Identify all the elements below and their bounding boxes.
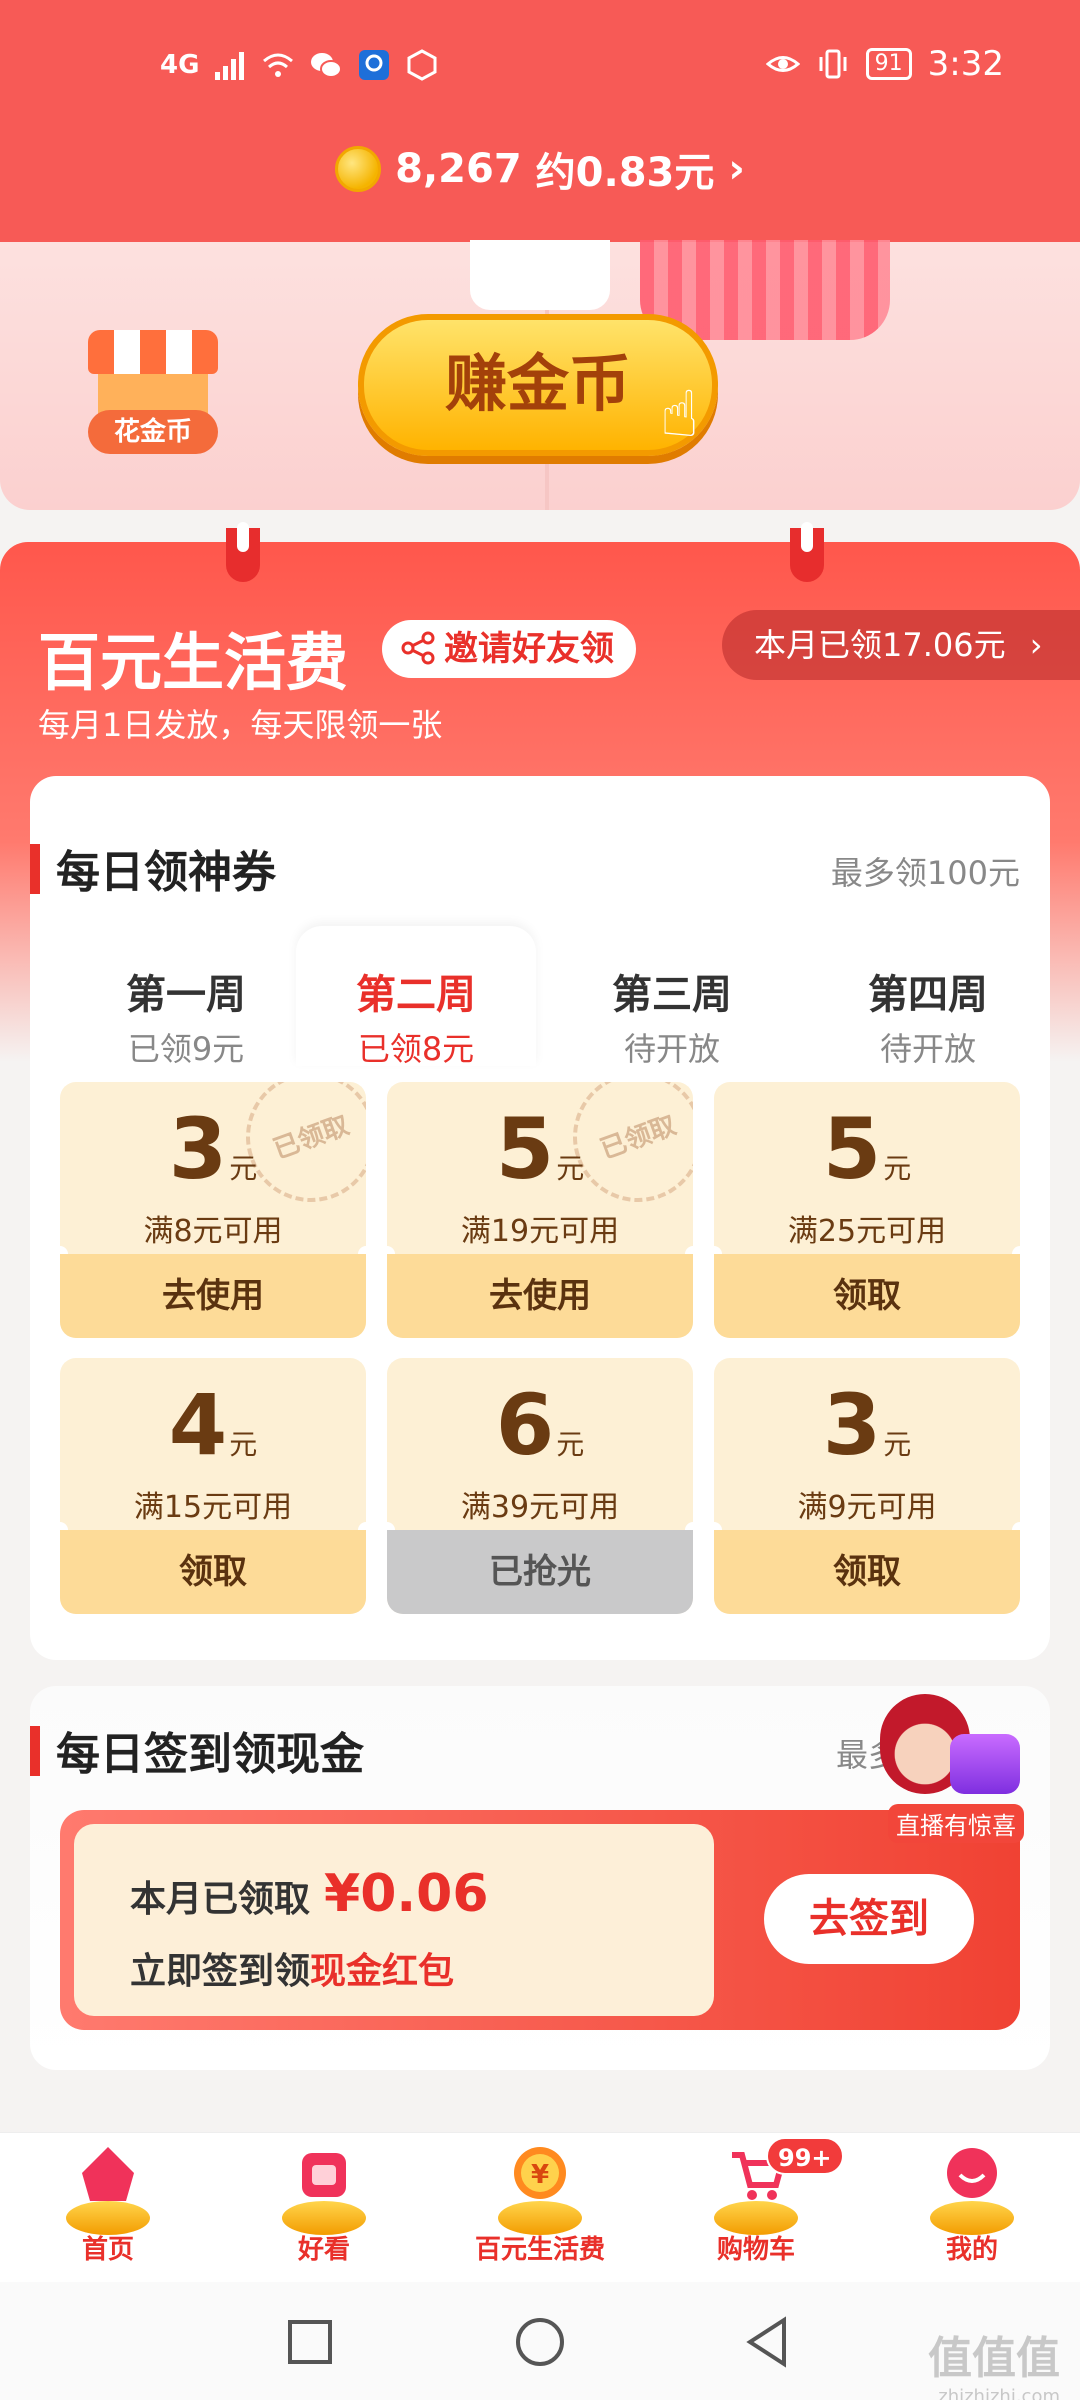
- tab-cart[interactable]: 99+ 购物车: [648, 2133, 864, 2283]
- app-icon: [407, 49, 437, 81]
- tab-week-4[interactable]: 第四周 待开放: [808, 926, 1048, 1068]
- svg-text:¥: ¥: [531, 2160, 549, 2190]
- shop-label: 花金币: [88, 410, 218, 454]
- coin-balance[interactable]: 8,267 约0.83元 ›: [0, 140, 1080, 198]
- coupon-condition: 满15元可用: [133, 1490, 293, 1525]
- claim-coupon-button[interactable]: 领取: [714, 1530, 1020, 1614]
- wechat-icon: [311, 53, 343, 78]
- recents-icon[interactable]: [282, 2314, 338, 2370]
- tab-haokan[interactable]: 好看: [216, 2133, 432, 2283]
- coupon-card: 4元 满15元可用 领取: [60, 1358, 366, 1614]
- coupon-condition: 满39元可用: [460, 1490, 620, 1525]
- tab-home[interactable]: 首页: [0, 2133, 216, 2283]
- daily-coupon-card: 每日领神券 最多领100元 第一周 已领9元 第二周 已领8元 第三周 待开放 …: [30, 776, 1050, 1660]
- watermark: 值值值 zhizhizhi.com: [928, 2333, 1060, 2400]
- coin-icon: [335, 146, 382, 192]
- coupon-card: 6元 满39元可用 已抢光: [387, 1358, 693, 1614]
- pin-icon: [226, 522, 260, 582]
- use-coupon-button[interactable]: 去使用: [387, 1254, 693, 1338]
- signin-button[interactable]: 去签到: [764, 1874, 974, 1964]
- cart-badge: 99+: [766, 2137, 844, 2175]
- yuan-coin-icon: ¥: [490, 2145, 590, 2237]
- tab-living-allowance[interactable]: ¥ 百元生活费: [432, 2133, 648, 2283]
- month-received-link[interactable]: 本月已领17.06元 ›: [722, 610, 1080, 680]
- month-received-label: 本月已领17.06元: [754, 626, 1006, 664]
- use-coupon-button[interactable]: 去使用: [60, 1254, 366, 1338]
- profile-icon: [922, 2145, 1022, 2237]
- coupon-condition: 满8元可用: [143, 1214, 283, 1249]
- live-caption: 直播有惊喜: [888, 1804, 1024, 1843]
- wifi-icon: [263, 53, 294, 77]
- max-note: 最多领100元: [830, 854, 1020, 892]
- coupon-amount: 4: [168, 1376, 228, 1474]
- coupon-card: 已领取 5元 满19元可用 去使用: [387, 1082, 693, 1338]
- section-title: 每日签到领现金: [56, 1729, 364, 1780]
- spend-coins-shop[interactable]: 花金币: [88, 330, 218, 454]
- tab-week-3[interactable]: 第三周 待开放: [552, 926, 792, 1068]
- cta-prefix: 立即签到领: [130, 1951, 311, 1992]
- coupon-amount: 3: [822, 1376, 882, 1474]
- tab-week-1[interactable]: 第一周 已领9元: [66, 926, 306, 1068]
- week-tabs: 第一周 已领9元 第二周 已领8元 第三周 待开放 第四周 待开放: [30, 926, 1050, 1068]
- shop-icon: [88, 330, 218, 374]
- system-nav-bar: [0, 2282, 1080, 2400]
- chevron-right-icon: ›: [728, 146, 745, 192]
- status-bar: 4G 91 3:32: [0, 40, 1080, 100]
- coin-value: 约0.83元: [535, 150, 715, 196]
- coupon-condition: 满9元可用: [797, 1490, 937, 1525]
- home-circle-icon[interactable]: [512, 2314, 568, 2370]
- video-icon: [274, 2145, 374, 2237]
- signal-label: 4G: [160, 50, 200, 80]
- page-title: 百元生活费: [38, 626, 349, 699]
- claim-coupon-button[interactable]: 领取: [60, 1530, 366, 1614]
- claim-coupon-button[interactable]: 领取: [714, 1254, 1020, 1338]
- bottom-nav: 首页 好看 ¥ 百元生活费 99+ 购物车 我的: [0, 2132, 1080, 2282]
- coupon-card: 已领取 3元 满8元可用 去使用: [60, 1082, 366, 1338]
- vibrate-icon: [819, 49, 847, 79]
- eye-icon: [765, 56, 800, 72]
- clock: 3:32: [927, 44, 1004, 84]
- coupon-card: 5元 满25元可用 领取: [714, 1082, 1020, 1338]
- share-icon: [401, 631, 435, 665]
- notification-app-icon: [359, 50, 390, 80]
- received-amount: ¥0.06: [324, 1864, 489, 1924]
- received-label: 本月已领取: [130, 1879, 311, 1920]
- pointer-hand-icon: ☝: [660, 378, 699, 452]
- invite-friends-button[interactable]: 邀请好友领: [382, 620, 636, 678]
- page-subtitle: 每月1日发放，每天限领一张: [38, 706, 443, 744]
- coupon-amount: 5: [495, 1100, 555, 1198]
- tab-week-2[interactable]: 第二周 已领8元: [296, 926, 536, 1068]
- pin-icon: [790, 522, 824, 582]
- coupon-condition: 满19元可用: [460, 1214, 620, 1249]
- battery-icon: 91: [865, 48, 912, 80]
- coin-count: 8,267: [395, 146, 522, 192]
- sold-out-button: 已抢光: [387, 1530, 693, 1614]
- chevron-right-icon: ›: [1029, 626, 1043, 664]
- signal-icon: [215, 52, 245, 80]
- cta-highlight: 现金红包: [310, 1951, 455, 1992]
- back-icon[interactable]: [740, 2314, 796, 2370]
- header: 4G 91 3:32 8,267 约0.83元 ›: [0, 0, 1080, 242]
- live-stream-widget[interactable]: 直播有惊喜: [840, 1694, 1024, 1844]
- play-icon: [950, 1734, 1020, 1794]
- coupon-amount: 6: [495, 1376, 555, 1474]
- signin-info: 本月已领取 ¥0.06 立即签到领现金红包: [74, 1824, 714, 2016]
- coupon-amount: 5: [822, 1100, 882, 1198]
- coupon-amount: 3: [168, 1100, 228, 1198]
- coupon-condition: 满25元可用: [787, 1214, 947, 1249]
- home-icon: [58, 2145, 158, 2237]
- mascot-figure: [470, 240, 610, 310]
- invite-label: 邀请好友领: [444, 629, 614, 669]
- section-title: 每日领神券: [56, 847, 276, 898]
- coupon-card: 3元 满9元可用 领取: [714, 1358, 1020, 1614]
- tab-mine[interactable]: 我的: [864, 2133, 1080, 2283]
